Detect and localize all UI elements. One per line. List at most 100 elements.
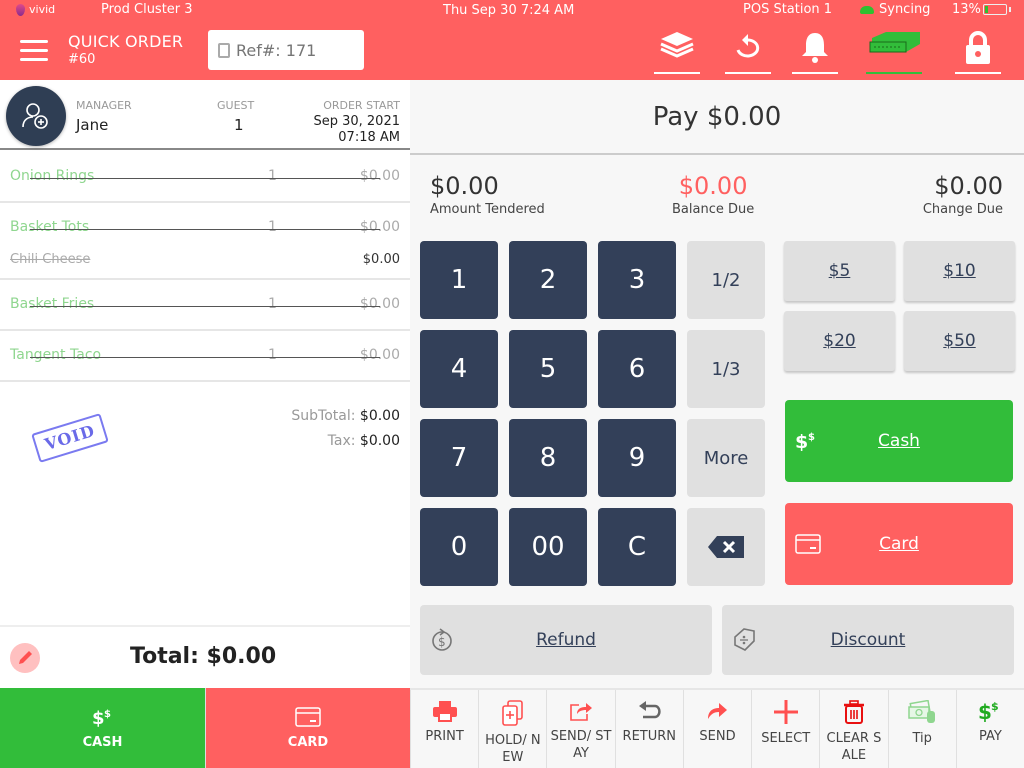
sync-status: Syncing (860, 2, 930, 17)
void-strikethrough (30, 357, 380, 358)
key-third[interactable]: 1/3 (687, 330, 765, 408)
send-stay-button[interactable]: SEND/ STAY (546, 690, 614, 768)
order-item[interactable]: Basket Fries 1 $0.00 (0, 280, 410, 331)
key-1[interactable]: 1 (420, 241, 498, 319)
void-stamp: VOID (31, 413, 109, 463)
refresh-button[interactable] (725, 30, 771, 74)
svg-text:$: $ (104, 709, 111, 720)
subtotal-label: SubTotal: (291, 408, 356, 424)
manager-name: Jane (76, 116, 109, 134)
balance-due-label: Balance Due (672, 202, 755, 217)
cluster-name: Prod Cluster 3 (101, 2, 193, 17)
hold-new-label: HOLD/ NEW (485, 733, 541, 765)
print-button[interactable]: PRINT (410, 690, 478, 768)
select-button[interactable]: SELECT (751, 690, 819, 768)
hold-new-button[interactable]: HOLD/ NEW (478, 690, 546, 768)
key-3[interactable]: 3 (598, 241, 676, 319)
bell-icon (802, 33, 828, 63)
cash-tab-button[interactable]: $ $ CASH (0, 688, 205, 768)
key-00[interactable]: 00 (509, 508, 587, 586)
key-backspace[interactable] (687, 508, 765, 586)
quick-amount-5[interactable]: $5 (784, 241, 895, 301)
quick-amount-50[interactable]: $50 (904, 311, 1015, 371)
cloud-icon (860, 5, 874, 14)
vivid-logo-icon (16, 3, 25, 16)
amount-tendered: $0.00 Amount Tendered (430, 172, 545, 217)
backspace-icon (708, 536, 744, 558)
card-payment-button[interactable]: Card (785, 503, 1013, 585)
layers-icon (660, 32, 694, 58)
tip-button[interactable]: Tip (887, 690, 956, 768)
cash-tab-label: CASH (82, 734, 123, 750)
order-items: Onion Rings 1 $0.00 Basket Tots 1 $0.00 … (0, 152, 410, 382)
quick-amount-10[interactable]: $10 (904, 241, 1015, 301)
cash-drawer-button[interactable] (866, 30, 922, 74)
key-clear[interactable]: C (598, 508, 676, 586)
key-6[interactable]: 6 (598, 330, 676, 408)
datetime: Thu Sep 30 7:24 AM (443, 3, 575, 18)
key-8[interactable]: 8 (509, 419, 587, 497)
key-2[interactable]: 2 (509, 241, 587, 319)
discount-button[interactable]: Discount (722, 605, 1014, 675)
key-half[interactable]: 1/2 (687, 241, 765, 319)
key-7[interactable]: 7 (420, 419, 498, 497)
refund-button[interactable]: $ Refund (420, 605, 712, 675)
edit-button[interactable] (10, 643, 40, 673)
pay-button[interactable]: $ $ PAY (955, 690, 1024, 768)
lock-icon (966, 31, 990, 64)
svg-text:$: $ (991, 700, 999, 713)
ref-input[interactable] (236, 40, 356, 60)
sync-text: Syncing (879, 2, 931, 17)
cash-drawer-icon (869, 32, 920, 53)
send-button[interactable]: SEND (682, 690, 751, 768)
customer-info: MANAGER Jane GUEST 1 ORDER START Sep 30,… (0, 80, 410, 150)
order-item[interactable]: Onion Rings 1 $0.00 (0, 152, 410, 203)
notifications-button[interactable] (792, 30, 838, 74)
status-bar: vivid Prod Cluster 3 Thu Sep 30 7:24 AM … (0, 0, 1024, 22)
item-modifier: Chili Cheese $0.00 (0, 252, 410, 278)
change-due-value: $0.00 (934, 172, 1003, 200)
item-price: $0.00 (359, 219, 400, 235)
item-qty: 1 (268, 347, 277, 363)
key-9[interactable]: 9 (598, 419, 676, 497)
credit-card-icon (295, 706, 321, 727)
ref-field[interactable] (208, 30, 364, 70)
item-name: Basket Fries (10, 296, 95, 312)
guest-label: GUEST (217, 99, 255, 112)
modifier-name: Chili Cheese (10, 252, 91, 267)
lock-button[interactable] (955, 30, 1001, 74)
add-user-icon (22, 103, 48, 129)
return-button[interactable]: RETURN (614, 690, 683, 768)
change-due: $0.00 Change Due (923, 172, 1003, 217)
send-label: SEND (699, 729, 736, 744)
key-0[interactable]: 0 (420, 508, 498, 586)
hamburger-menu-icon[interactable] (20, 40, 48, 62)
return-label: RETURN (622, 729, 676, 744)
brand-name: vivid (29, 3, 56, 16)
key-4[interactable]: 4 (420, 330, 498, 408)
send-icon (708, 703, 728, 719)
order-item[interactable]: Basket Tots 1 $0.00 Chili Cheese $0.00 (0, 203, 410, 280)
order-item[interactable]: Tangent Taco 1 $0.00 (0, 331, 410, 382)
station-name: POS Station 1 (743, 2, 833, 17)
cash-payment-button[interactable]: $ $ Cash (785, 400, 1013, 482)
clear-sale-button[interactable]: CLEAR SALE (819, 690, 887, 768)
quick-amount-20[interactable]: $20 (784, 311, 895, 371)
order-start-date: Sep 30, 2021 (313, 114, 400, 129)
key-5[interactable]: 5 (509, 330, 587, 408)
card-tab-button[interactable]: CARD (205, 688, 410, 768)
guest-count[interactable]: 1 (234, 116, 244, 134)
battery-fill (984, 6, 988, 13)
layers-button[interactable] (654, 30, 700, 74)
discount-label: Discount (830, 630, 906, 650)
add-customer-button[interactable] (6, 86, 66, 146)
item-price: $0.00 (359, 168, 400, 184)
payment-panel: Pay $0.00 $0.00 Amount Tendered $0.00 Ba… (410, 80, 1024, 688)
balance-due: $0.00 Balance Due (672, 172, 754, 217)
void-strikethrough (30, 229, 380, 230)
hold-new-icon (502, 700, 523, 726)
plus-icon (773, 700, 798, 724)
pencil-icon (19, 651, 32, 664)
key-more[interactable]: More (687, 419, 765, 497)
action-toolbar: PRINT HOLD/ NEW SEND/ STAY RETURN SEND S… (410, 688, 1024, 768)
